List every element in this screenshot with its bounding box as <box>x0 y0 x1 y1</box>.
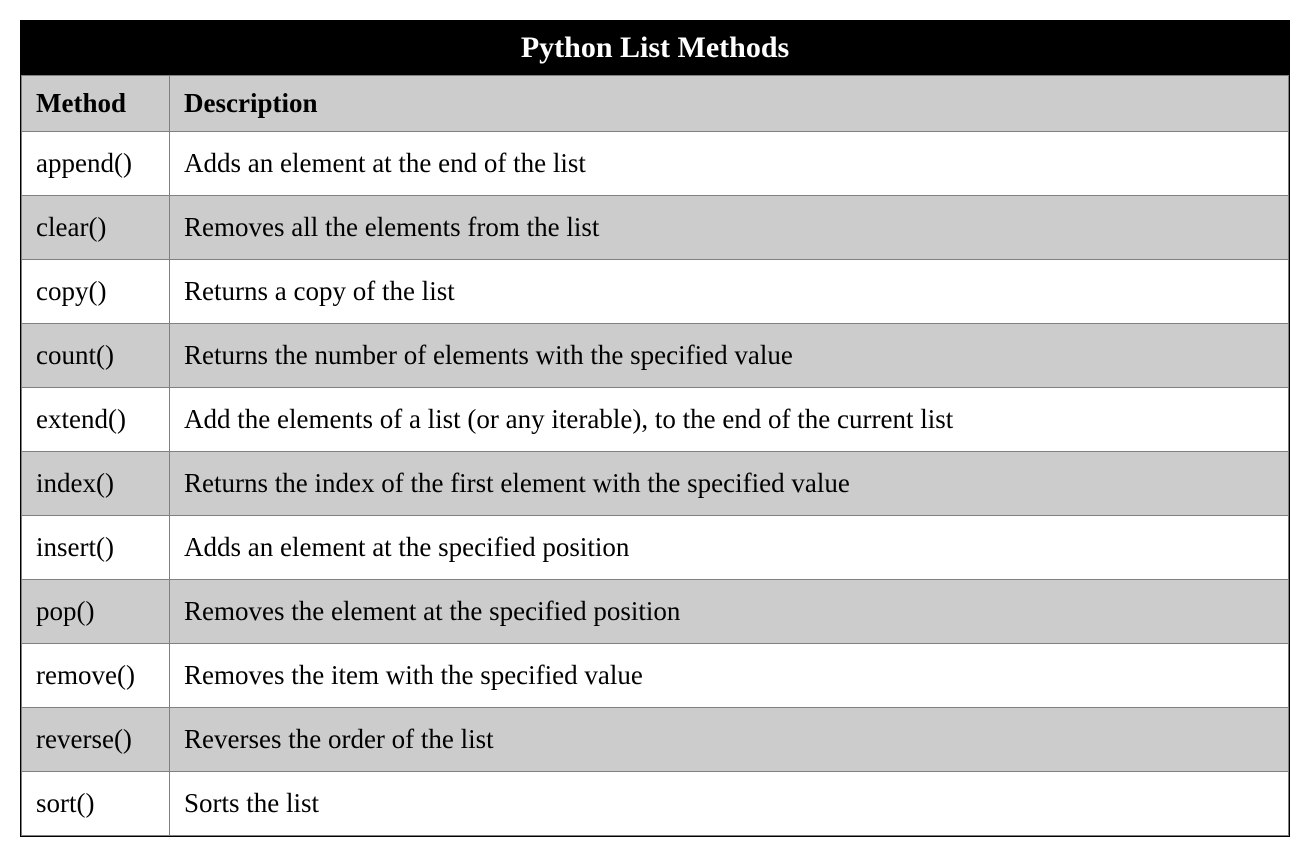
cell-method: clear() <box>22 196 170 260</box>
cell-method: count() <box>22 324 170 388</box>
table-title: Python List Methods <box>21 21 1289 75</box>
cell-description: Returns a copy of the list <box>170 260 1289 324</box>
cell-description: Sorts the list <box>170 772 1289 836</box>
cell-method: append() <box>22 132 170 196</box>
header-method: Method <box>22 76 170 132</box>
cell-method: insert() <box>22 516 170 580</box>
table-row: clear() Removes all the elements from th… <box>22 196 1289 260</box>
table-row: count() Returns the number of elements w… <box>22 324 1289 388</box>
table-row: pop() Removes the element at the specifi… <box>22 580 1289 644</box>
header-description: Description <box>170 76 1289 132</box>
cell-method: copy() <box>22 260 170 324</box>
cell-method: remove() <box>22 644 170 708</box>
table-row: extend() Add the elements of a list (or … <box>22 388 1289 452</box>
table-row: append() Adds an element at the end of t… <box>22 132 1289 196</box>
cell-description: Add the elements of a list (or any itera… <box>170 388 1289 452</box>
cell-description: Adds an element at the end of the list <box>170 132 1289 196</box>
methods-table: Method Description append() Adds an elem… <box>21 75 1289 836</box>
cell-method: extend() <box>22 388 170 452</box>
cell-description: Adds an element at the specified positio… <box>170 516 1289 580</box>
table-row: index() Returns the index of the first e… <box>22 452 1289 516</box>
cell-method: index() <box>22 452 170 516</box>
cell-method: reverse() <box>22 708 170 772</box>
cell-description: Returns the number of elements with the … <box>170 324 1289 388</box>
cell-description: Removes the element at the specified pos… <box>170 580 1289 644</box>
cell-method: sort() <box>22 772 170 836</box>
cell-description: Removes all the elements from the list <box>170 196 1289 260</box>
cell-description: Returns the index of the first element w… <box>170 452 1289 516</box>
table-row: sort() Sorts the list <box>22 772 1289 836</box>
table-row: remove() Removes the item with the speci… <box>22 644 1289 708</box>
table-row: copy() Returns a copy of the list <box>22 260 1289 324</box>
cell-description: Removes the item with the specified valu… <box>170 644 1289 708</box>
table-row: reverse() Reverses the order of the list <box>22 708 1289 772</box>
table-header-row: Method Description <box>22 76 1289 132</box>
methods-table-container: Python List Methods Method Description a… <box>20 20 1290 837</box>
cell-method: pop() <box>22 580 170 644</box>
table-row: insert() Adds an element at the specifie… <box>22 516 1289 580</box>
cell-description: Reverses the order of the list <box>170 708 1289 772</box>
